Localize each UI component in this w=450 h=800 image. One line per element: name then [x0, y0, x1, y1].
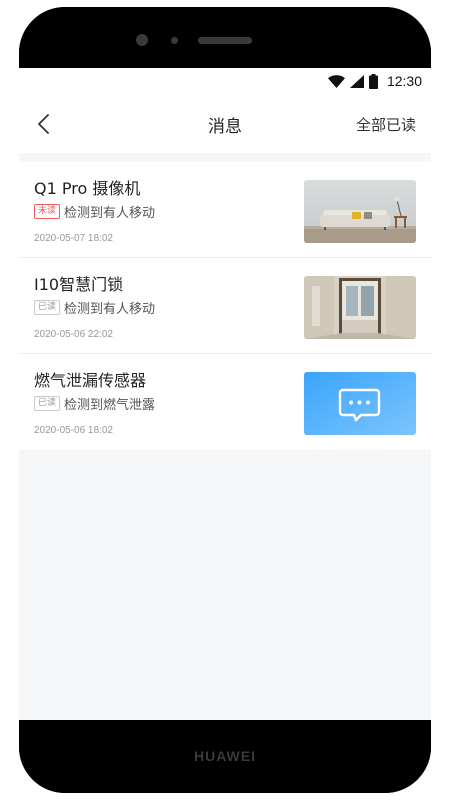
nav-bar: 消息 全部已读: [19, 95, 431, 153]
message-title: Q1 Pro 摄像机: [34, 179, 141, 198]
message-time: 2020-05-06 18:02: [34, 425, 113, 436]
earpiece-speaker: [198, 37, 252, 44]
message-description: 检测到有人移动: [64, 206, 156, 221]
living-room-photo[interactable]: [304, 180, 416, 243]
message-title: I10智慧门锁: [34, 275, 124, 294]
message-list: Q1 Pro 摄像机 未读 检测到有人移动 2020-05-07 18:02 I…: [19, 162, 431, 450]
front-camera: [136, 34, 148, 46]
battery-icon: [368, 73, 378, 89]
status-bar: 12:30: [19, 68, 431, 95]
message-description: 检测到有人移动: [64, 302, 156, 317]
status-icons: 12:30: [327, 72, 422, 90]
status-time: 12:30: [386, 73, 422, 89]
top-bezel: [19, 7, 431, 68]
message-item-gas-sensor[interactable]: 燃气泄漏传感器 已读 检测到燃气泄露 2020-05-06 18:02: [19, 354, 431, 450]
read-badge: 已读: [34, 396, 61, 411]
wifi-icon: [327, 74, 345, 88]
proximity-sensor: [171, 37, 178, 44]
screen: 12:30 消息 全部已读 Q1 Pro 摄像机 未读 检测到有人移动 2020…: [19, 68, 431, 720]
message-time: 2020-05-07 18:02: [34, 233, 113, 244]
message-description: 检测到燃气泄露: [64, 398, 156, 413]
hallway-photo[interactable]: [304, 276, 416, 339]
message-item-camera[interactable]: Q1 Pro 摄像机 未读 检测到有人移动 2020-05-07 18:02: [19, 162, 431, 258]
message-status-row: 已读 检测到燃气泄露: [34, 394, 155, 413]
message-tile[interactable]: [304, 372, 416, 435]
message-status-row: 已读 检测到有人移动: [34, 298, 155, 317]
mark-all-read-button[interactable]: 全部已读: [356, 114, 416, 135]
message-title: 燃气泄漏传感器: [34, 371, 147, 390]
unread-badge: 未读: [34, 204, 61, 219]
brand-logo: HUAWEI: [194, 748, 256, 764]
phone-frame: 12:30 消息 全部已读 Q1 Pro 摄像机 未读 检测到有人移动 2020…: [19, 7, 431, 793]
message-time: 2020-05-06 22:02: [34, 329, 113, 340]
message-item-door-lock[interactable]: I10智慧门锁 已读 检测到有人移动 2020-05-06 22:02: [19, 258, 431, 354]
signal-icon: [349, 74, 364, 88]
message-status-row: 未读 检测到有人移动: [34, 202, 155, 221]
bottom-bezel: HUAWEI: [19, 720, 431, 793]
read-badge: 已读: [34, 300, 61, 315]
